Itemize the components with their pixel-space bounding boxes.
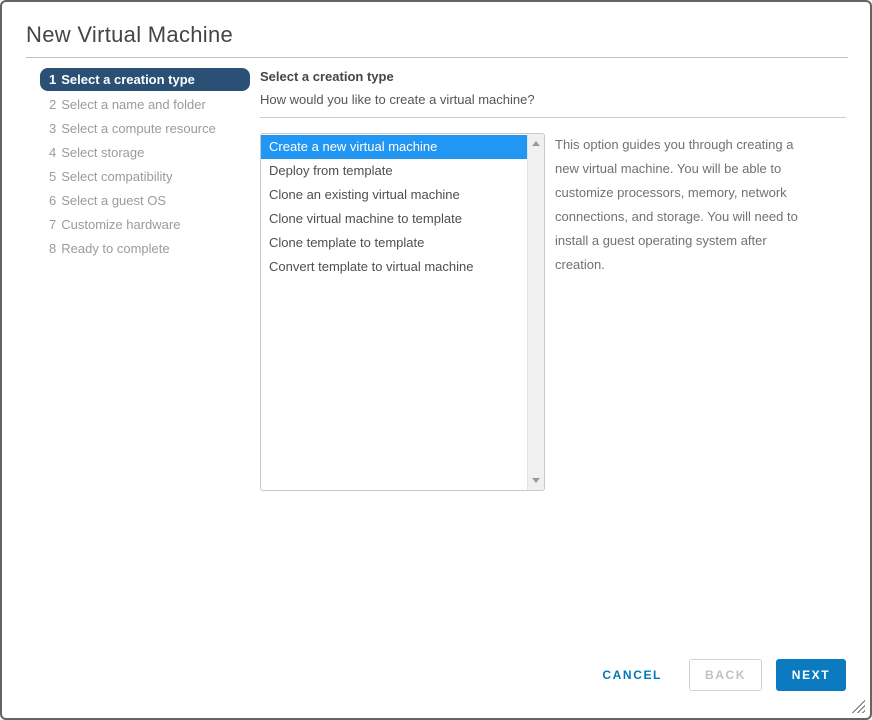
step-number: 1 — [49, 72, 57, 87]
description-line: customize processors, memory, network — [555, 185, 787, 200]
step-select-storage[interactable]: 4 Select storage — [40, 140, 250, 164]
step-select-compute-resource[interactable]: 3 Select a compute resource — [40, 116, 250, 140]
option-description: This option guides you through creating … — [555, 133, 860, 277]
page-subtitle: How would you like to create a virtual m… — [260, 92, 535, 107]
description-line: connections, and storage. You will need … — [555, 209, 798, 224]
scroll-down-icon[interactable] — [532, 478, 540, 483]
step-ready-to-complete[interactable]: 8 Ready to complete — [40, 236, 250, 260]
resize-grip-icon[interactable] — [851, 699, 865, 713]
description-line: new virtual machine. You will be able to — [555, 161, 782, 176]
description-line: install a guest operating system after — [555, 233, 767, 248]
new-virtual-machine-dialog: New Virtual Machine 1 Select a creation … — [0, 0, 872, 720]
dialog-title: New Virtual Machine — [26, 22, 234, 47]
title-divider — [26, 57, 848, 58]
step-number: 4 — [49, 144, 57, 160]
option-clone-existing-vm[interactable]: Clone an existing virtual machine — [261, 183, 528, 207]
step-label: Select compatibility — [61, 168, 173, 184]
option-convert-template-to-vm[interactable]: Convert template to virtual machine — [261, 255, 528, 279]
option-clone-template-to-template[interactable]: Clone template to template — [261, 231, 528, 255]
option-create-new-vm[interactable]: Create a new virtual machine — [261, 135, 528, 159]
creation-type-listbox: Create a new virtual machine Deploy from… — [260, 133, 545, 491]
step-number: 8 — [49, 240, 57, 256]
listbox-scrollbar[interactable] — [527, 134, 544, 490]
step-label: Select storage — [61, 144, 145, 160]
step-select-creation-type[interactable]: 1 Select a creation type — [40, 68, 250, 91]
creation-type-options: Create a new virtual machine Deploy from… — [261, 134, 528, 279]
step-select-compatibility[interactable]: 5 Select compatibility — [40, 164, 250, 188]
next-button[interactable]: NEXT — [776, 659, 846, 691]
step-label: Customize hardware — [61, 216, 181, 232]
step-label: Select a guest OS — [61, 192, 167, 208]
step-number: 2 — [49, 96, 57, 112]
step-number: 3 — [49, 120, 57, 136]
dialog-footer: CANCEL BACK NEXT — [602, 659, 846, 691]
step-label: Select a compute resource — [61, 120, 216, 136]
step-label: Select a creation type — [61, 72, 195, 87]
page-title: Select a creation type — [260, 69, 394, 84]
description-line: This option guides you through creating … — [555, 137, 794, 152]
back-button[interactable]: BACK — [689, 659, 762, 691]
step-number: 6 — [49, 192, 57, 208]
option-clone-vm-to-template[interactable]: Clone virtual machine to template — [261, 207, 528, 231]
step-select-guest-os[interactable]: 6 Select a guest OS — [40, 188, 250, 212]
description-line: creation. — [555, 257, 605, 272]
cancel-button[interactable]: CANCEL — [602, 668, 662, 682]
step-select-name-and-folder[interactable]: 2 Select a name and folder — [40, 92, 250, 116]
step-label: Ready to complete — [61, 240, 170, 256]
step-label: Select a name and folder — [61, 96, 206, 112]
wizard-step-list: 1 Select a creation type 2 Select a name… — [40, 68, 250, 260]
step-number: 5 — [49, 168, 57, 184]
step-customize-hardware[interactable]: 7 Customize hardware — [40, 212, 250, 236]
content-divider — [260, 117, 846, 118]
step-number: 7 — [49, 216, 57, 232]
option-deploy-from-template[interactable]: Deploy from template — [261, 159, 528, 183]
scroll-up-icon[interactable] — [532, 141, 540, 146]
